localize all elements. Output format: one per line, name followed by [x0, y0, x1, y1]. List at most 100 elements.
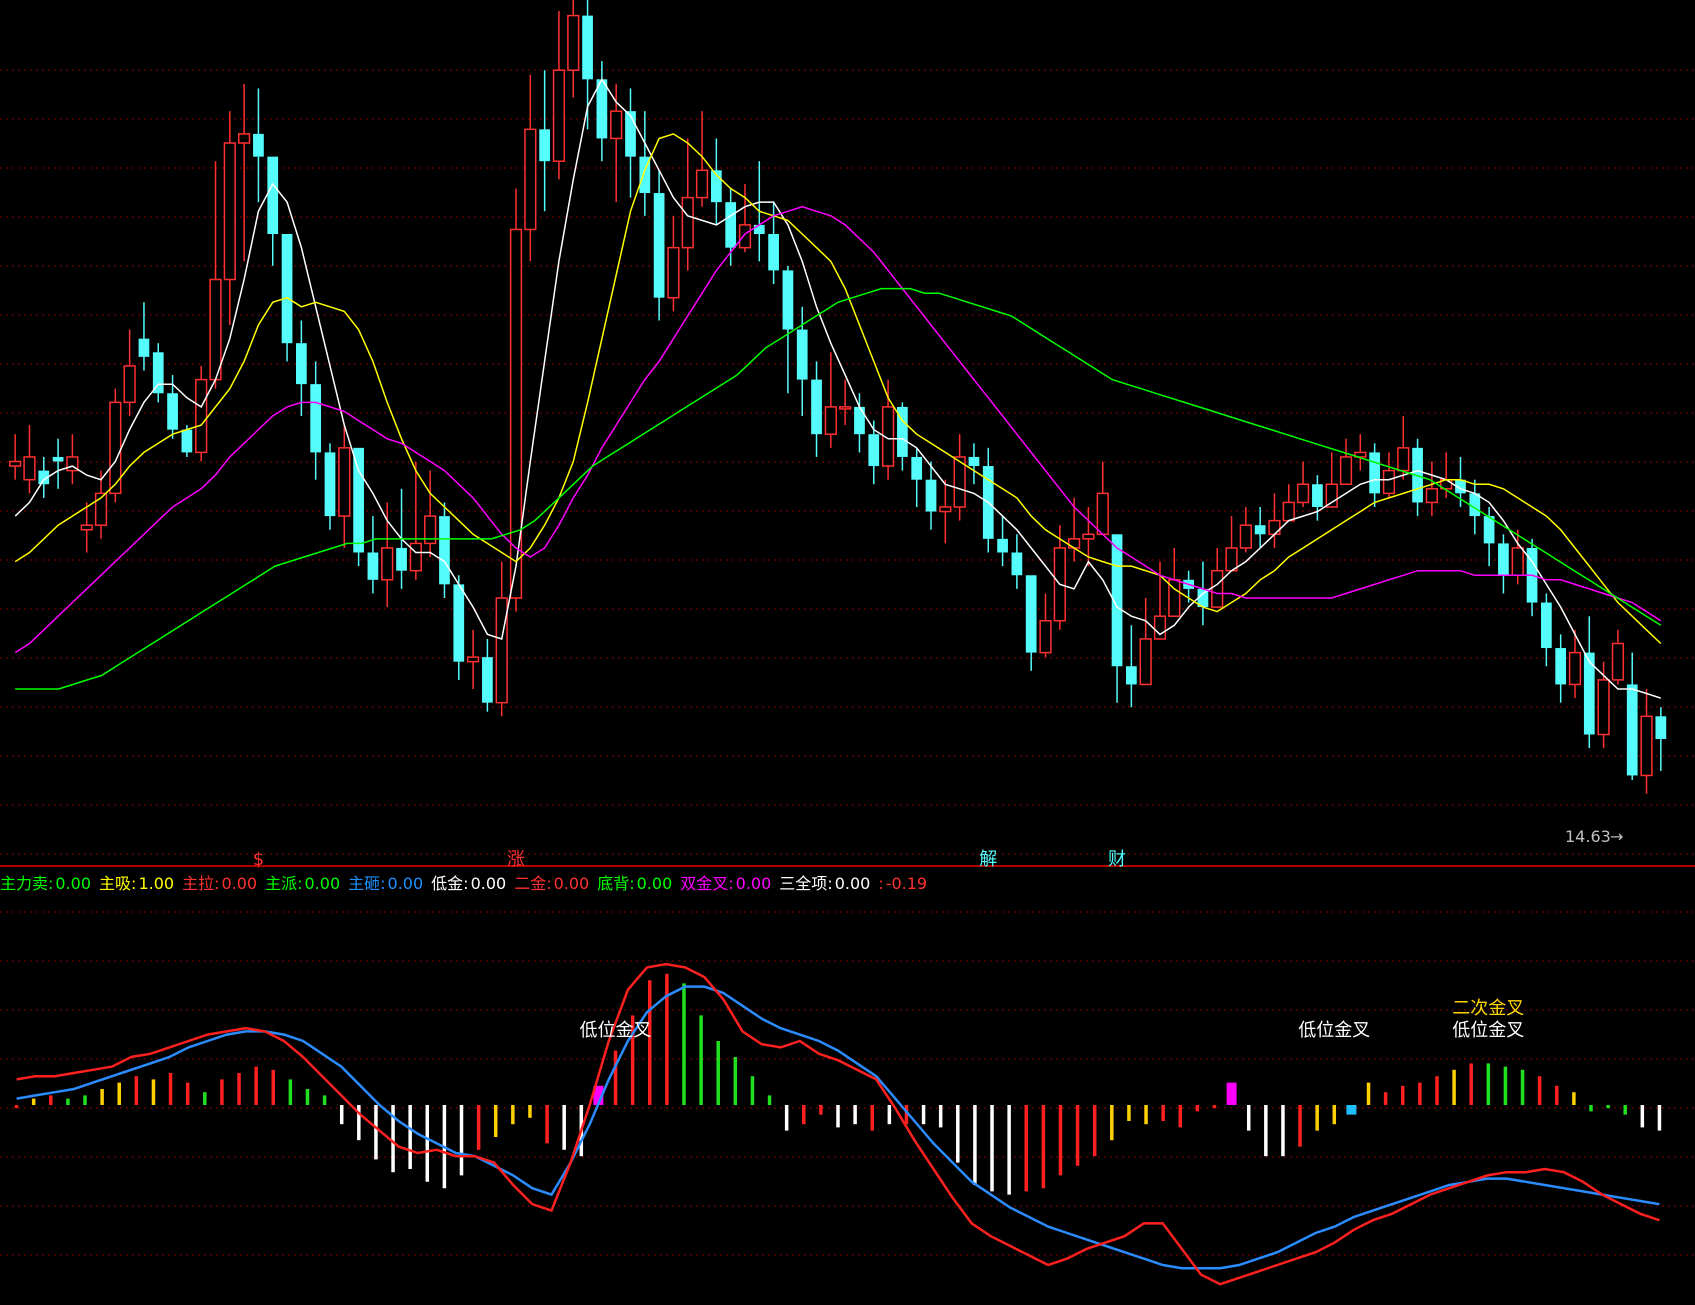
candle-body-up	[567, 14, 580, 71]
candle-body-down	[539, 129, 551, 162]
candle-body-down	[1555, 648, 1567, 685]
legend-item: 主力卖: 0.00	[0, 874, 91, 893]
candle-body-down	[281, 234, 293, 344]
candle-body-down	[725, 202, 737, 248]
candle-body-up	[238, 133, 251, 144]
candle-body-down	[482, 657, 493, 703]
candle-body-down	[1540, 602, 1552, 649]
candle-body-down	[1011, 552, 1023, 576]
legend-item: 二金: 0.00	[514, 874, 589, 893]
candle-body-up	[839, 406, 852, 410]
legend-item: 主吸: 1.00	[99, 874, 174, 893]
candle-body-up	[1382, 469, 1396, 495]
candle-body-up	[23, 456, 36, 481]
legend-label: 二金:	[514, 874, 552, 893]
price-marker: 14.63 →	[1565, 827, 1623, 846]
candle-body-down	[1369, 452, 1381, 494]
legend-value: 0.00	[553, 874, 590, 893]
legend-value: 0.00	[387, 874, 424, 893]
event-marker: 涨	[507, 849, 525, 870]
candle-body-up	[1282, 501, 1295, 522]
candle-body-up	[939, 506, 952, 513]
candle-body-down	[52, 456, 64, 462]
candle-body-up	[552, 69, 566, 162]
candle-body-up	[681, 196, 694, 249]
legend-label: 双金叉:	[680, 874, 734, 893]
legend-value: 0.00	[470, 874, 507, 893]
candle-body-up	[123, 365, 136, 404]
candle-body-down	[1655, 716, 1667, 740]
candle-body-up	[1239, 524, 1252, 549]
candle-body-up	[9, 460, 22, 467]
legend-label: 三全项:	[779, 874, 833, 893]
candle-body-down	[167, 393, 178, 430]
legend-label: 主砸:	[348, 874, 386, 893]
legend-item: 双金叉: 0.00	[680, 874, 771, 893]
candle-body-up	[695, 169, 709, 199]
legend-value: -0.19	[885, 874, 928, 893]
legend-value: 0.00	[304, 874, 341, 893]
legend-item: 主砸: 0.00	[348, 874, 423, 893]
legend-item: 三全项: 0.00	[779, 874, 870, 893]
candle-body-up	[610, 110, 623, 140]
event-marker: 解	[979, 849, 997, 870]
candle-body-down	[1025, 575, 1037, 653]
candle-body-up	[667, 246, 680, 299]
candle-body-up	[1296, 483, 1310, 504]
event-marker: $	[253, 849, 264, 870]
candle-body-up	[1339, 456, 1353, 486]
candle-body-up	[495, 597, 508, 704]
candle-body-up	[209, 278, 222, 381]
signal-bar	[1226, 1082, 1237, 1105]
candle-body-up	[524, 128, 537, 231]
candle-body-down	[796, 329, 808, 380]
candle-body-up	[1611, 642, 1625, 681]
candle-body-down	[1626, 684, 1638, 776]
candle-body-down	[367, 552, 379, 580]
candle-body-down	[1498, 543, 1509, 576]
legend-label: 底背:	[597, 874, 635, 893]
signal-bar	[1346, 1105, 1357, 1115]
candle-body-down	[997, 538, 1008, 553]
legend-value: 0.00	[834, 874, 871, 893]
price-marker-label: 14.63	[1565, 827, 1611, 846]
candle-body-down	[925, 479, 937, 512]
candle-body-up	[409, 542, 422, 572]
candle-body-down	[181, 429, 193, 453]
candle-body-down	[310, 384, 322, 453]
legend-value: 0.00	[55, 874, 92, 893]
candle-body-down	[782, 270, 794, 330]
candle-body-down	[811, 379, 822, 435]
candle-body-up	[1268, 519, 1281, 536]
candle-body-up	[466, 656, 480, 663]
candle-body-down	[753, 224, 765, 234]
candle-body-up	[1425, 488, 1438, 504]
candle-body-down	[968, 456, 980, 467]
candle-body-down	[1312, 484, 1323, 507]
grid-lines	[0, 69, 1695, 1256]
candle-body-up	[338, 447, 351, 517]
candle-body-up	[1225, 547, 1238, 572]
legend-label: 主力卖:	[0, 874, 54, 893]
event-marker: 财	[1108, 849, 1126, 870]
candle-body-down	[582, 15, 593, 80]
candle-body-up	[1568, 651, 1582, 686]
candle-body-up	[1511, 547, 1524, 577]
candle-body-down	[353, 447, 364, 553]
cross-annotation: 低位金叉	[1298, 1020, 1370, 1041]
candle-body-up	[1096, 492, 1109, 536]
legend-value: 1.00	[138, 874, 175, 893]
candle-body-up	[1139, 638, 1152, 686]
candle-body-down	[768, 234, 779, 271]
candle-body-down	[396, 547, 407, 571]
legend-value: 0.00	[221, 874, 258, 893]
candle-body-down	[152, 352, 164, 394]
legend-label: 主派:	[265, 874, 303, 893]
candle-body-up	[195, 378, 208, 454]
candle-body-up	[1068, 538, 1081, 549]
candle-body-down	[324, 452, 336, 517]
legend-label: 主拉:	[182, 874, 220, 893]
candle-body-down	[1125, 666, 1137, 685]
legend-label: :	[878, 874, 884, 893]
candle-body-down	[653, 193, 665, 298]
